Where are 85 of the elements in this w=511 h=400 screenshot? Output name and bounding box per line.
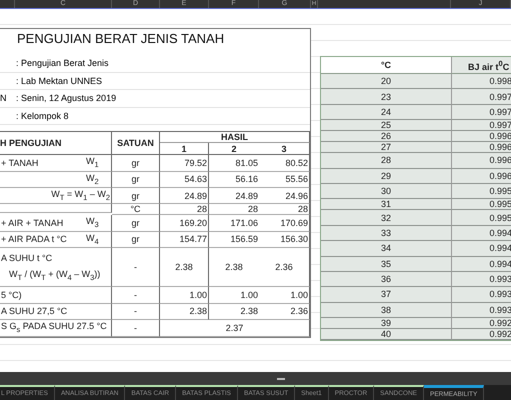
table-cell: 35 [380, 258, 391, 269]
column-heading: BJ air t$^{0}$C [468, 58, 510, 72]
table-cell: 5 °C) [1, 290, 22, 300]
scroll-handle[interactable] [276, 378, 284, 380]
table-cell: 79.52 [184, 158, 207, 168]
table-cell: gr [131, 234, 140, 244]
table-cell: 28 [298, 204, 308, 214]
table-cell: 27 [380, 142, 391, 152]
table-cell: + TANAH [1, 158, 38, 168]
formula: W$_{T}$ / (W$_{T}$ + (W$_{4}$ – W$_{3}$)) [8, 268, 100, 282]
table-cell: 171.06 [230, 218, 258, 228]
table-cell: 2.38 [189, 306, 207, 316]
table-cell: 2.38 [175, 262, 193, 272]
column-heading: 3 [281, 144, 286, 154]
table-cell: + AIR + TANAH [1, 218, 64, 228]
table-cell: 28 [248, 204, 258, 214]
table-cell: 24 [380, 106, 391, 117]
table-cell: - [134, 322, 137, 333]
column-heading: 2 [231, 144, 236, 154]
formula: W$_{T}$ = W$_{1}$ – W$_{2}$ [51, 189, 110, 202]
table-cell: 154.77 [179, 234, 207, 244]
table-cell: 33 [380, 228, 391, 238]
info-value: : Senin, 12 Agustus 2019 [16, 93, 116, 104]
info-value: : Pengujian Berat Jenis [16, 58, 109, 68]
table-cell: gr [131, 174, 140, 184]
table-cell: 31 [380, 199, 391, 210]
table-cell: 24.89 [184, 190, 207, 200]
table-cell: 25 [380, 120, 391, 130]
table-cell: 30 [380, 186, 391, 196]
symbol: W$_{3}$ [86, 216, 99, 230]
table-cell: °C [130, 204, 141, 214]
table-cell: 2.38 [240, 306, 258, 316]
table-cell: 38 [380, 304, 391, 315]
table-cell: 28 [380, 155, 391, 166]
table-cell: 170.69 [280, 218, 308, 228]
table-cell: - [134, 306, 137, 316]
table-cell: 156.30 [280, 234, 308, 244]
table-cell: 20 [380, 76, 391, 86]
symbol: W$_{2}$ [86, 172, 99, 186]
info-value: : Kelompok 8 [16, 110, 69, 121]
table-cell: gr [131, 218, 140, 228]
table-cell: 2.37 [226, 322, 244, 333]
column-heading: HASIL [221, 132, 248, 142]
table-cell: 156.59 [230, 234, 258, 244]
table-cell: A SUHU t °C [1, 252, 52, 263]
table-cell: 39 [380, 318, 391, 328]
table-cell: A SUHU 27,5 °C [1, 306, 68, 316]
table-cell: 24.96 [285, 190, 308, 200]
symbol: W$_{1}$ [86, 156, 99, 170]
table-cell: 81.05 [235, 158, 258, 168]
table-cell: 32 [380, 212, 391, 223]
table-cell: 34 [380, 243, 391, 254]
table-cell: 80.52 [285, 158, 308, 168]
symbol: W$_{4}$ [86, 232, 99, 246]
table-cell: 2.38 [225, 262, 243, 272]
table-cell: 24.89 [235, 190, 258, 200]
table-cell: 56.16 [235, 174, 258, 184]
table-cell: 23 [380, 92, 391, 102]
table-cell: gr [131, 158, 140, 168]
table-cell: 29 [380, 170, 391, 181]
column-heading: SATUAN [117, 138, 154, 148]
column-heading: °C [380, 60, 392, 70]
table-cell: 55.56 [285, 174, 308, 184]
table-cell: 2.36 [275, 262, 293, 272]
column-heading: 1 [181, 144, 186, 154]
table-cell: 2.36 [290, 306, 308, 316]
table-cell: 1.00 [290, 290, 308, 300]
table-cell: 36 [380, 274, 391, 284]
table-cell: gr [131, 190, 140, 200]
table-cell: S G$_{s}$ PADA SUHU 27.5 °C [1, 321, 107, 334]
column-heading: H PENGUJIAN [0, 138, 62, 148]
table-cell: 54.63 [184, 174, 207, 184]
table-cell: 40 [380, 329, 391, 340]
sheet-title: PENGUJIAN BERAT JENIS TANAH [17, 30, 224, 46]
info-value: : Lab Mektan UNNES [16, 76, 102, 86]
table-cell: - [134, 290, 137, 300]
table-cell: - [134, 262, 137, 272]
table-cell: 28 [196, 204, 207, 214]
table-cell: + AIR PADA t °C [1, 234, 67, 244]
table-cell: 26 [380, 131, 391, 142]
info-label: N [0, 93, 6, 104]
table-cell: 1.00 [240, 290, 258, 300]
table-cell: 1.00 [189, 290, 207, 300]
table-cell: 37 [380, 289, 391, 300]
table-cell: 169.20 [179, 218, 207, 228]
